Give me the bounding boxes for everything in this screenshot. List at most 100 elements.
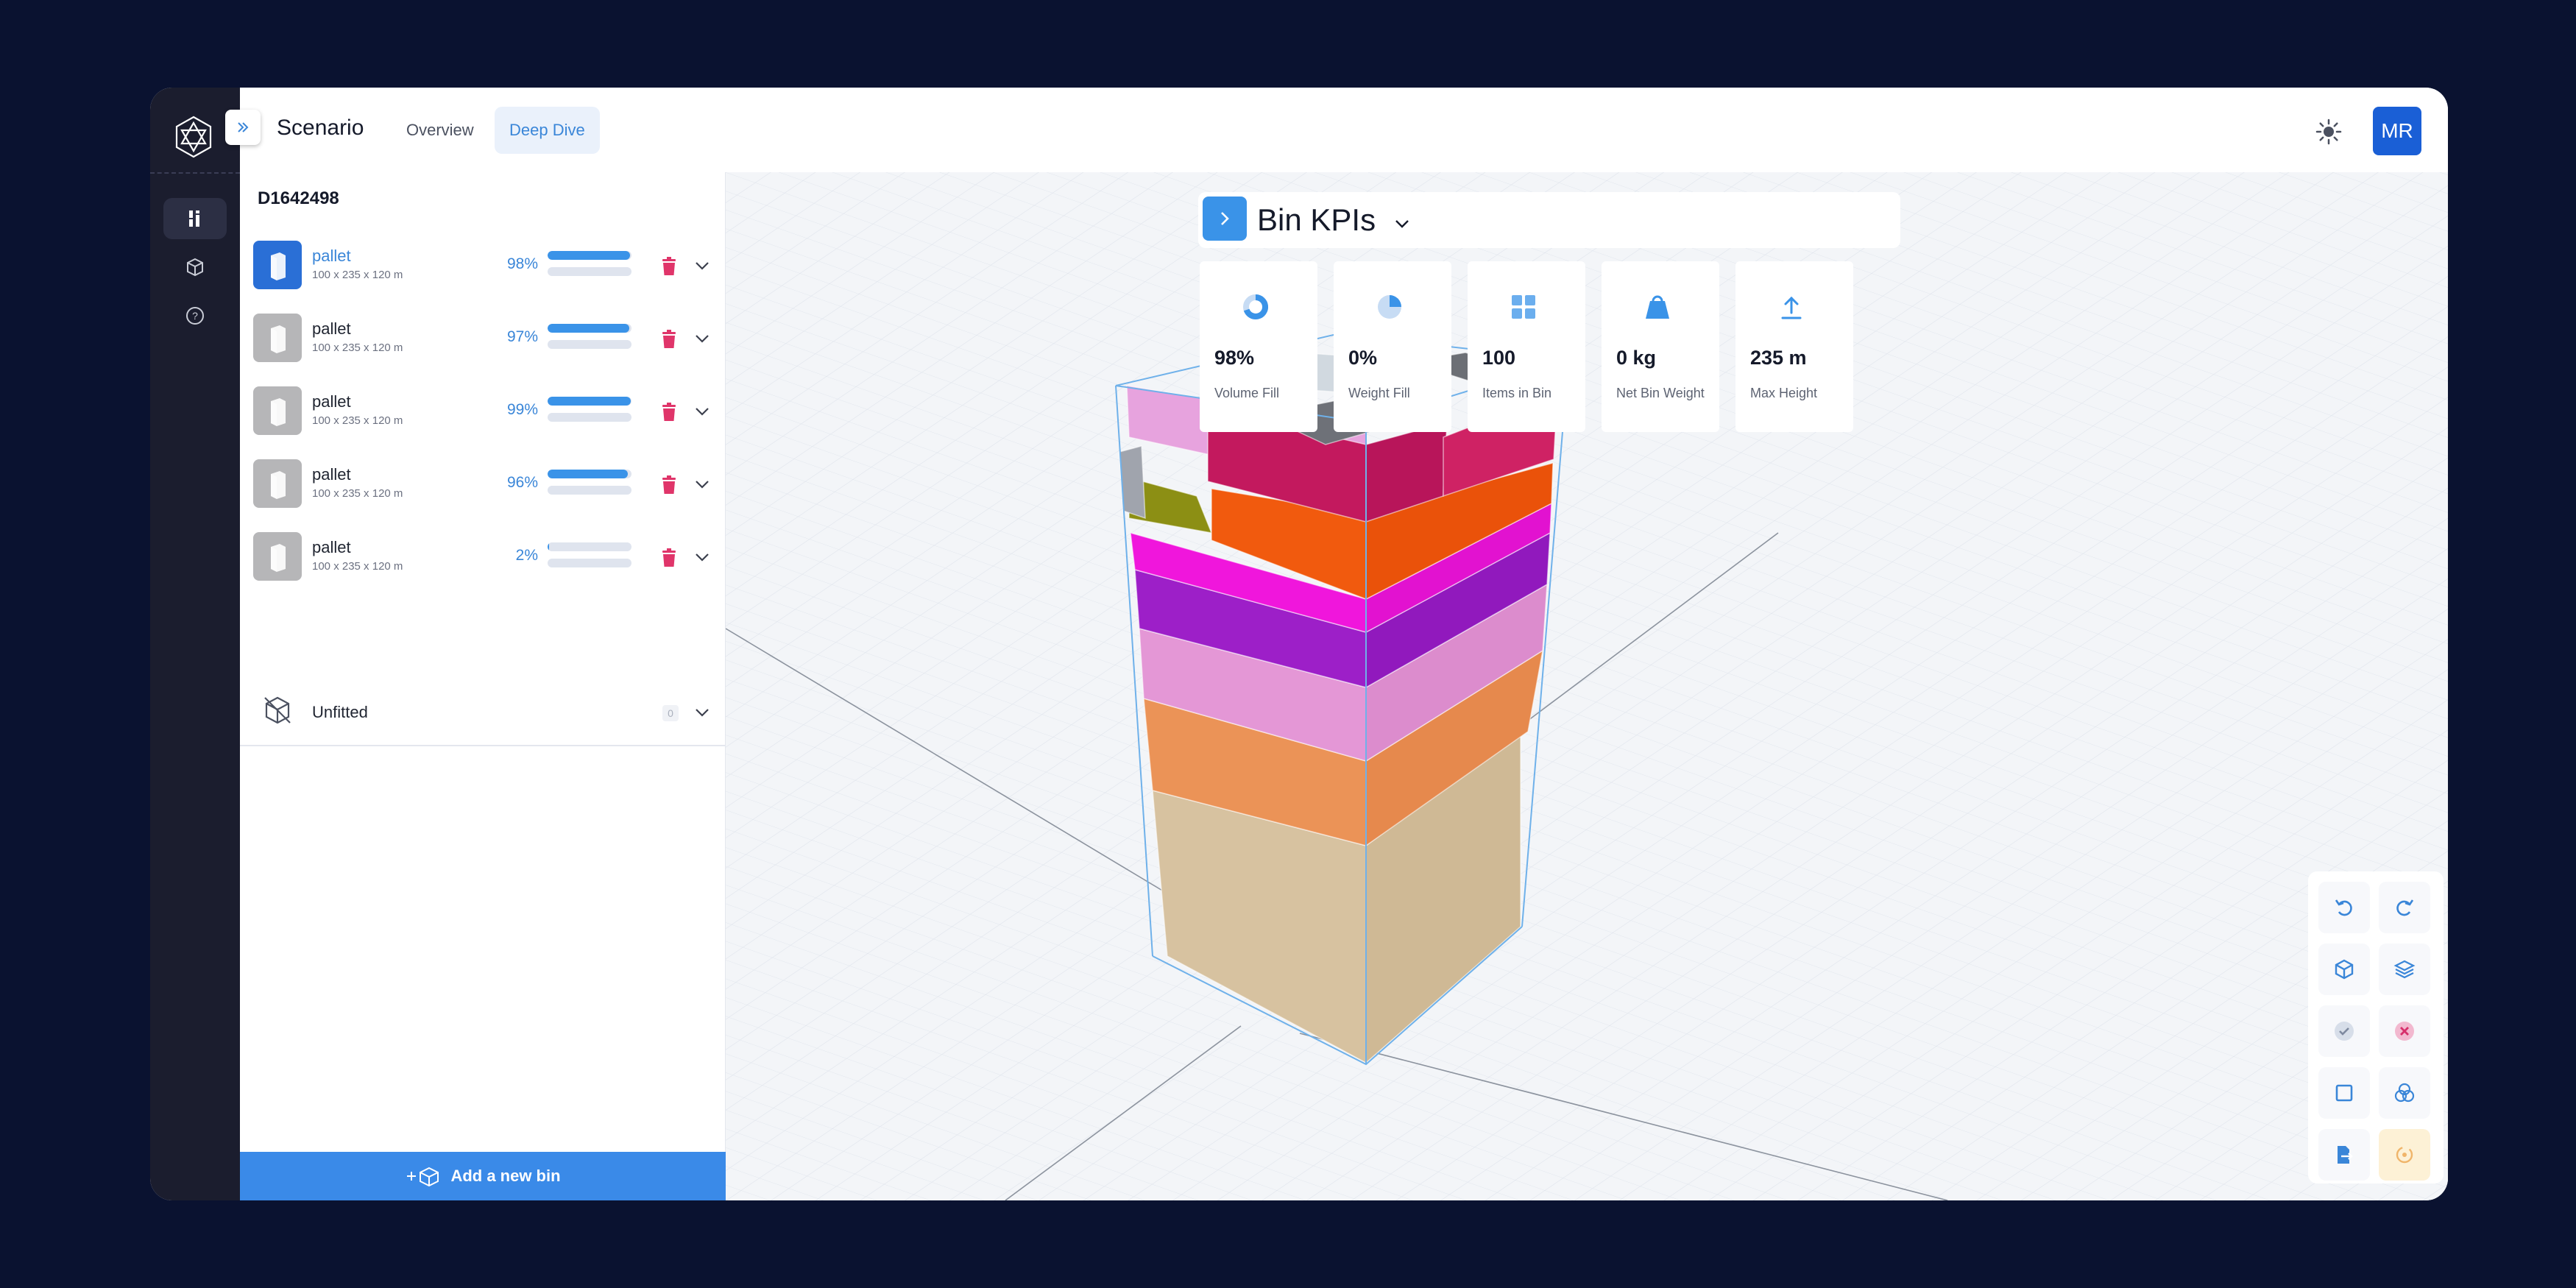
bin-row[interactable]: pallet 100 x 235 x 120 m 98% bbox=[240, 229, 726, 302]
pallet-icon bbox=[271, 252, 286, 280]
weight-fill-bar bbox=[548, 413, 631, 422]
rail-item-layers[interactable] bbox=[163, 198, 227, 239]
bin-volume-fill: 98% bbox=[506, 255, 538, 272]
chevron-down-icon[interactable] bbox=[693, 704, 711, 721]
layers-view-button[interactable] bbox=[2379, 944, 2430, 995]
colour-mode-button[interactable] bbox=[2379, 1067, 2430, 1119]
page-title: Scenario bbox=[277, 116, 364, 140]
layers-icon bbox=[189, 210, 199, 227]
rail-item-help[interactable]: ? bbox=[163, 295, 227, 336]
unfitted-box-icon bbox=[264, 696, 291, 724]
chevron-down-icon[interactable] bbox=[1393, 214, 1412, 233]
undo-icon bbox=[2335, 899, 2352, 916]
tab-overview[interactable]: Overview bbox=[392, 107, 489, 154]
kpi-value: 0 kg bbox=[1616, 347, 1657, 369]
cube-icon bbox=[2335, 959, 2354, 980]
bin-row[interactable]: pallet 100 x 235 x 120 m 2% bbox=[240, 520, 726, 593]
weight-fill-bar bbox=[548, 486, 631, 495]
add-box-icon bbox=[407, 1167, 439, 1186]
export-button[interactable] bbox=[2318, 1129, 2370, 1181]
pallet-thumbnail bbox=[253, 459, 302, 508]
redo-button[interactable] bbox=[2379, 882, 2430, 933]
left-rail: ? bbox=[150, 88, 240, 1200]
volume-fill-bar bbox=[548, 251, 631, 260]
bin-volume-fill: 96% bbox=[506, 474, 538, 491]
frame-view-button[interactable] bbox=[2318, 1067, 2370, 1119]
bin-name: pallet bbox=[312, 538, 351, 556]
pallet-icon bbox=[271, 398, 286, 426]
pie-chart-icon bbox=[1378, 295, 1401, 319]
bin-dimensions: 100 x 235 x 120 m bbox=[312, 269, 403, 281]
weight-icon bbox=[1646, 295, 1669, 319]
tab-deep-dive[interactable]: Deep Dive bbox=[495, 107, 600, 154]
undo-button[interactable] bbox=[2318, 882, 2370, 933]
kpi-value: 100 bbox=[1482, 347, 1516, 369]
trash-icon[interactable] bbox=[660, 475, 678, 495]
floor-grid bbox=[726, 172, 2448, 1200]
bin-row[interactable]: pallet 100 x 235 x 120 m 97% bbox=[240, 302, 726, 375]
square-icon bbox=[2335, 1084, 2353, 1102]
bin-3d-scene[interactable] bbox=[726, 172, 2448, 1200]
pallet-thumbnail bbox=[253, 314, 302, 362]
bin-row[interactable]: pallet 100 x 235 x 120 m 99% bbox=[240, 375, 726, 447]
cube-view-button[interactable] bbox=[2318, 944, 2370, 995]
bin-name: pallet bbox=[312, 392, 351, 411]
volume-fill-bar bbox=[548, 397, 631, 406]
bin-name: pallet bbox=[312, 319, 351, 338]
bins-panel: D1642498 pallet 100 x 235 x 120 m 98% pa… bbox=[240, 172, 726, 1200]
trash-icon[interactable] bbox=[660, 548, 678, 568]
kpi-title: Bin KPIs bbox=[1257, 202, 1376, 237]
add-new-bin-button[interactable]: Add a new bin bbox=[240, 1152, 726, 1200]
volume-fill-bar bbox=[548, 470, 631, 478]
kpi-collapse-button[interactable] bbox=[1203, 197, 1247, 241]
circles-icon bbox=[2394, 1083, 2415, 1103]
chevron-down-icon[interactable] bbox=[693, 475, 711, 493]
chevron-down-icon[interactable] bbox=[693, 403, 711, 420]
kpi-card-items-in-bin: 100 Items in Bin bbox=[1468, 261, 1585, 432]
accept-button[interactable] bbox=[2318, 1005, 2370, 1057]
add-new-bin-label: Add a new bin bbox=[450, 1167, 561, 1185]
kpi-card-max-height: 235 m Max Height bbox=[1735, 261, 1853, 432]
grid-icon bbox=[1512, 295, 1535, 319]
chevron-down-icon[interactable] bbox=[693, 257, 711, 275]
box-icon bbox=[187, 258, 203, 277]
pallet-icon bbox=[271, 471, 286, 499]
kpi-card-net-bin-weight: 0 kg Net Bin Weight bbox=[1602, 261, 1719, 432]
weight-fill-bar bbox=[548, 267, 631, 276]
close-icon bbox=[2395, 1022, 2414, 1041]
logo-icon[interactable] bbox=[169, 113, 218, 161]
rail-item-box[interactable] bbox=[163, 247, 227, 288]
unfitted-count-badge: 0 bbox=[662, 705, 679, 721]
chevron-right-icon bbox=[1221, 212, 1229, 225]
layers-icon bbox=[2393, 960, 2416, 979]
trash-icon[interactable] bbox=[660, 329, 678, 350]
chevron-down-icon[interactable] bbox=[693, 330, 711, 347]
top-bar: Scenario Overview Deep Dive MR bbox=[225, 88, 2448, 172]
sidebar-expand-button[interactable] bbox=[225, 110, 261, 145]
user-avatar[interactable]: MR bbox=[2373, 107, 2421, 155]
donut-chart-icon bbox=[1243, 294, 1269, 319]
bin-volume-fill: 97% bbox=[506, 328, 538, 345]
reset-icon bbox=[2396, 1146, 2413, 1164]
3d-viewport[interactable]: Bin KPIs 98% Volume Fill 0% Weight Fill bbox=[726, 172, 2448, 1200]
kpi-card-weight-fill: 0% Weight Fill bbox=[1334, 261, 1451, 432]
bin-dimensions: 100 x 235 x 120 m bbox=[312, 487, 403, 500]
weight-fill-bar bbox=[548, 340, 631, 349]
volume-fill-bar bbox=[548, 542, 631, 551]
trash-icon[interactable] bbox=[660, 402, 678, 422]
kpi-label: Max Height bbox=[1750, 386, 1818, 400]
theme-toggle-icon[interactable] bbox=[2314, 117, 2343, 146]
kpi-label: Net Bin Weight bbox=[1616, 386, 1705, 400]
app-window: ? Scenario Overview Deep Dive MR D164249… bbox=[150, 88, 2448, 1200]
bin-dimensions: 100 x 235 x 120 m bbox=[312, 560, 403, 573]
reset-button[interactable] bbox=[2379, 1129, 2430, 1181]
export-icon bbox=[2338, 1146, 2353, 1164]
chevron-down-icon[interactable] bbox=[693, 548, 711, 566]
bin-name: pallet bbox=[312, 247, 351, 265]
unfitted-row[interactable]: Unfitted 0 bbox=[240, 676, 726, 746]
reject-button[interactable] bbox=[2379, 1005, 2430, 1057]
svg-text:?: ? bbox=[192, 310, 198, 322]
kpi-value: 98% bbox=[1214, 347, 1255, 369]
bin-row[interactable]: pallet 100 x 235 x 120 m 96% bbox=[240, 447, 726, 520]
trash-icon[interactable] bbox=[660, 256, 678, 277]
